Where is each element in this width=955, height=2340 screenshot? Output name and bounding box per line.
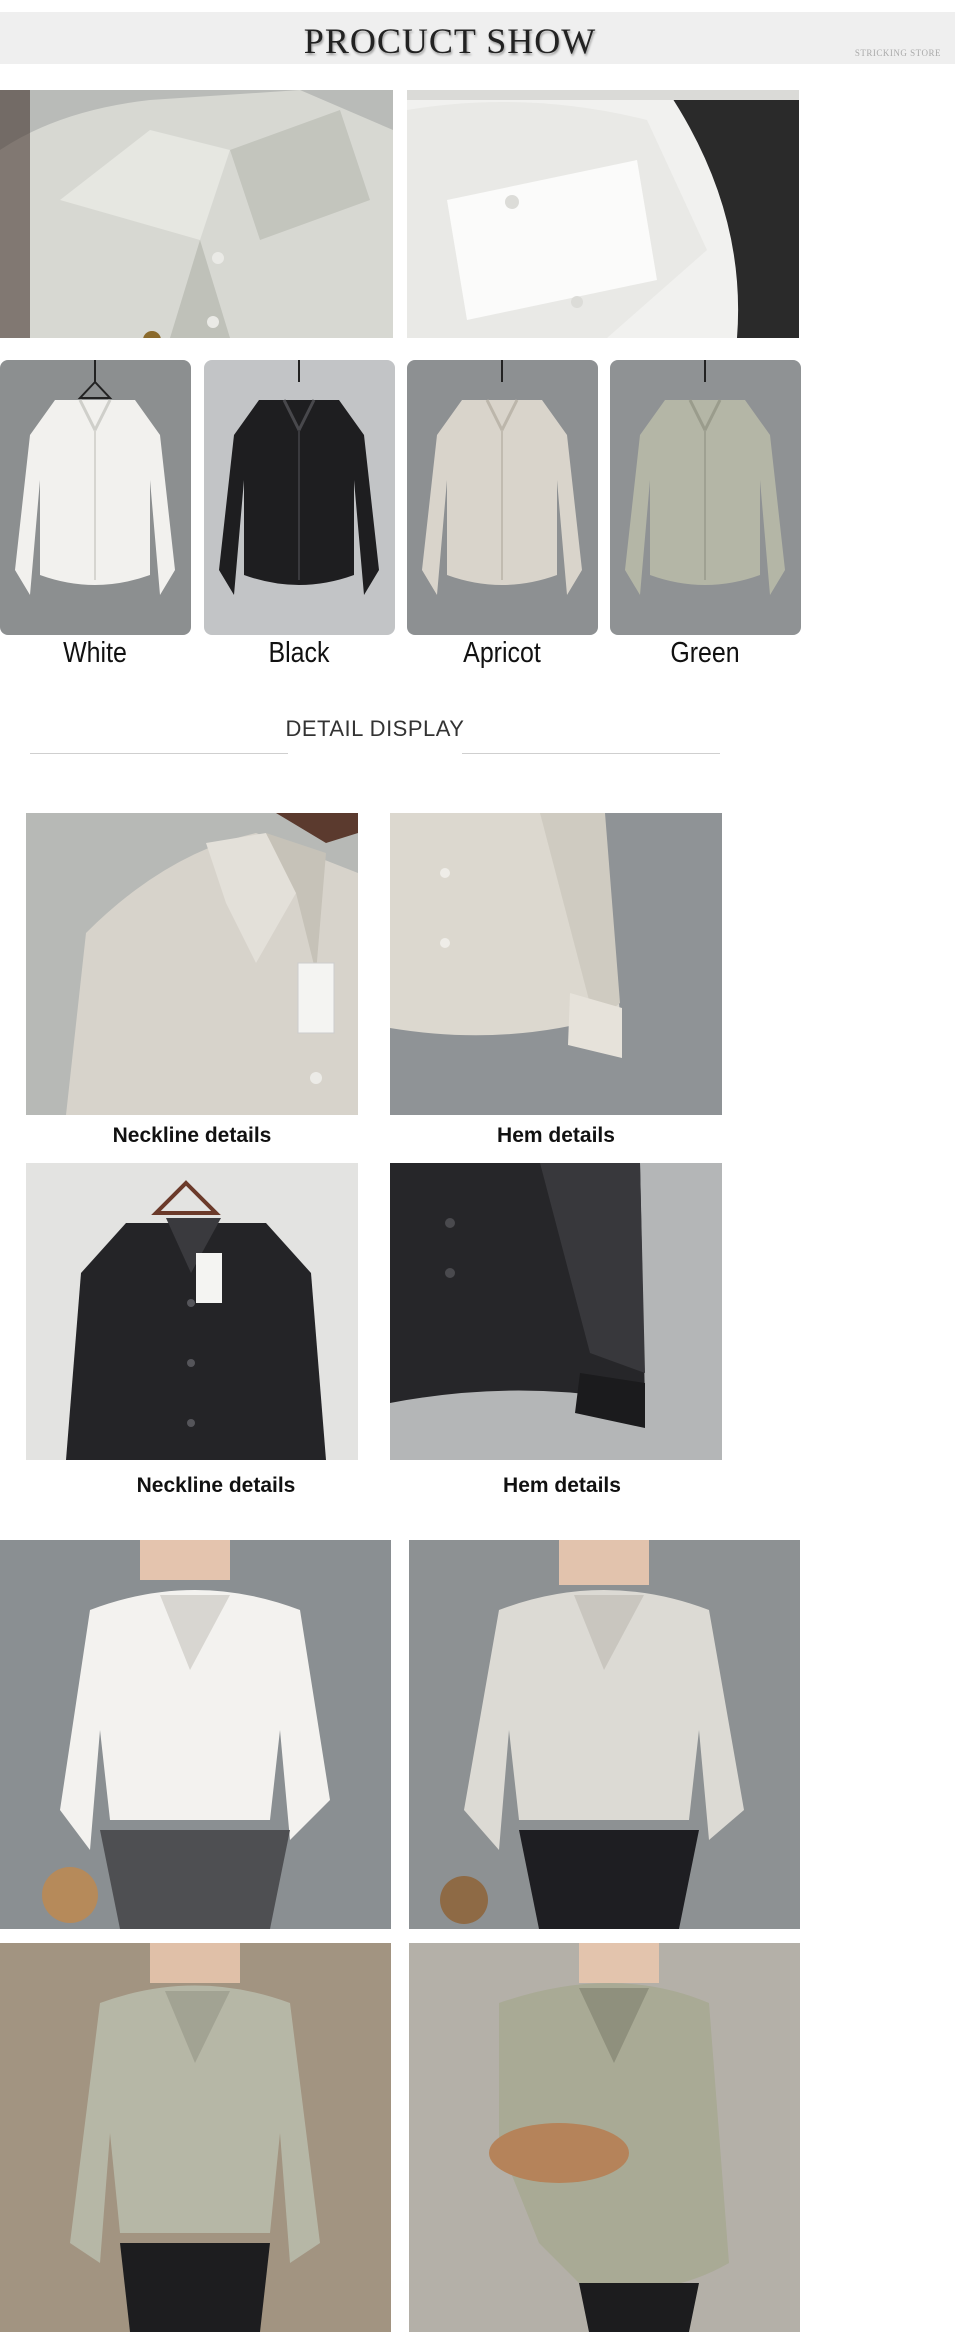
collar-closeup-photo <box>0 90 393 338</box>
black-neckline-photo <box>26 1163 358 1460</box>
black-shirt-photo <box>204 360 395 635</box>
color-label-apricot: Apricot <box>463 637 541 669</box>
green-shirt-photo <box>610 360 801 635</box>
color-label-green: Green <box>670 637 740 669</box>
apricot-shirt-photo <box>407 360 598 635</box>
caption-neckline-apricot: Neckline details <box>112 1124 272 1147</box>
caption-hem-apricot: Hem details <box>497 1124 615 1147</box>
detail-display-heading: DETAIL DISPLAY <box>285 716 465 741</box>
divider-left <box>30 753 288 754</box>
apricot-neckline-photo <box>26 813 358 1115</box>
cuff-closeup-photo <box>407 90 799 338</box>
model-white-shirt-photo <box>0 1540 391 1929</box>
color-label-white: White <box>63 637 127 669</box>
caption-hem-black: Hem details <box>503 1474 621 1497</box>
page-title: PROCUCT SHOW <box>303 21 597 61</box>
caption-neckline-black: Neckline details <box>136 1474 296 1497</box>
white-shirt-photo <box>0 360 191 635</box>
header-banner: PROCUCT SHOW STRICKING STORE <box>0 12 955 64</box>
color-label-black: Black <box>268 637 330 669</box>
model-green-shirt-bag-photo <box>409 1943 800 2332</box>
watermark-text: STRICKING STORE <box>854 48 941 58</box>
apricot-hem-photo <box>390 813 722 1115</box>
divider-right <box>462 753 720 754</box>
black-hem-photo <box>390 1163 722 1460</box>
model-green-shirt-photo <box>0 1943 391 2332</box>
model-apricot-shirt-photo <box>409 1540 800 1929</box>
